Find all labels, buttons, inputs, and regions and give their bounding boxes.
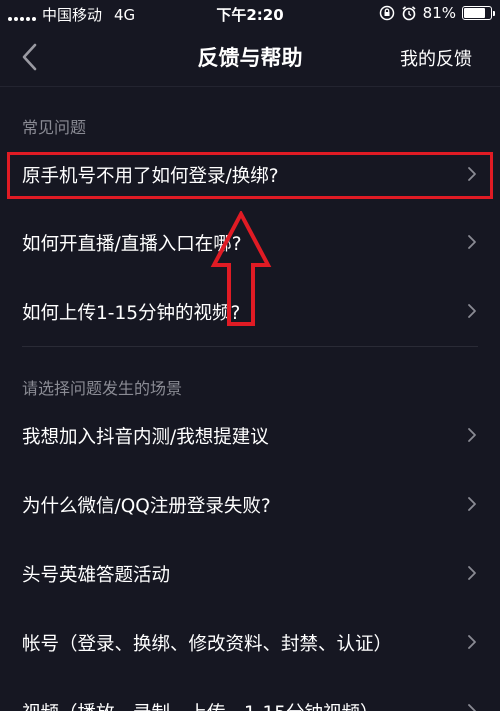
annotation-up-arrow-icon (210, 211, 272, 326)
faq-item-label: 如何开直播/直播入口在哪? (22, 234, 242, 255)
scenario-item-beta-suggest[interactable]: 我想加入抖音内测/我想提建议 (0, 401, 500, 469)
chevron-right-icon (468, 566, 476, 580)
scenario-item-label: 视频（播放、录制、上传、1-15分钟视频） (22, 699, 379, 711)
nav-divider (0, 86, 500, 87)
rotation-lock-icon (379, 5, 394, 21)
section-label-scenario: 请选择问题发生的场景 (22, 379, 183, 398)
chevron-right-icon (468, 428, 476, 442)
annotation-highlight-box (7, 152, 493, 199)
status-bar: 中国移动 4G 下午2:20 81% (0, 0, 500, 28)
scenario-item-wechat-qq-login[interactable]: 为什么微信/QQ注册登录失败? (0, 470, 500, 538)
feedback-help-screen: 中国移动 4G 下午2:20 81% 反馈与帮助 我的反馈 常见问题 原手机号不… (0, 0, 500, 711)
scenario-item-label: 为什么微信/QQ注册登录失败? (22, 496, 271, 517)
scenario-item-account[interactable]: 帐号（登录、换绑、修改资料、封禁、认证） (0, 608, 500, 676)
my-feedback-button[interactable]: 我的反馈 (400, 45, 472, 71)
chevron-right-icon (468, 304, 476, 318)
scenario-item-label: 头号英雄答题活动 (22, 565, 171, 586)
chevron-right-icon (468, 704, 476, 711)
battery-percent: 81% (422, 4, 456, 22)
alarm-icon (402, 6, 416, 21)
status-right: 81% (379, 4, 495, 22)
chevron-right-icon (468, 235, 476, 249)
scenario-item-quiz-event[interactable]: 头号英雄答题活动 (0, 539, 500, 607)
section-label-common: 常见问题 (22, 118, 87, 137)
scenario-item-video[interactable]: 视频（播放、录制、上传、1-15分钟视频） (0, 677, 500, 711)
scenario-item-label: 我想加入抖音内测/我想提建议 (22, 427, 269, 448)
faq-item-label: 如何上传1-15分钟的视频? (22, 303, 241, 324)
section-divider (22, 346, 478, 347)
chevron-right-icon (468, 635, 476, 649)
battery-fill (464, 8, 486, 18)
nav-bar: 反馈与帮助 我的反馈 (0, 28, 500, 86)
chevron-right-icon (468, 497, 476, 511)
battery-icon (462, 6, 495, 20)
scenario-item-label: 帐号（登录、换绑、修改资料、封禁、认证） (22, 634, 393, 655)
